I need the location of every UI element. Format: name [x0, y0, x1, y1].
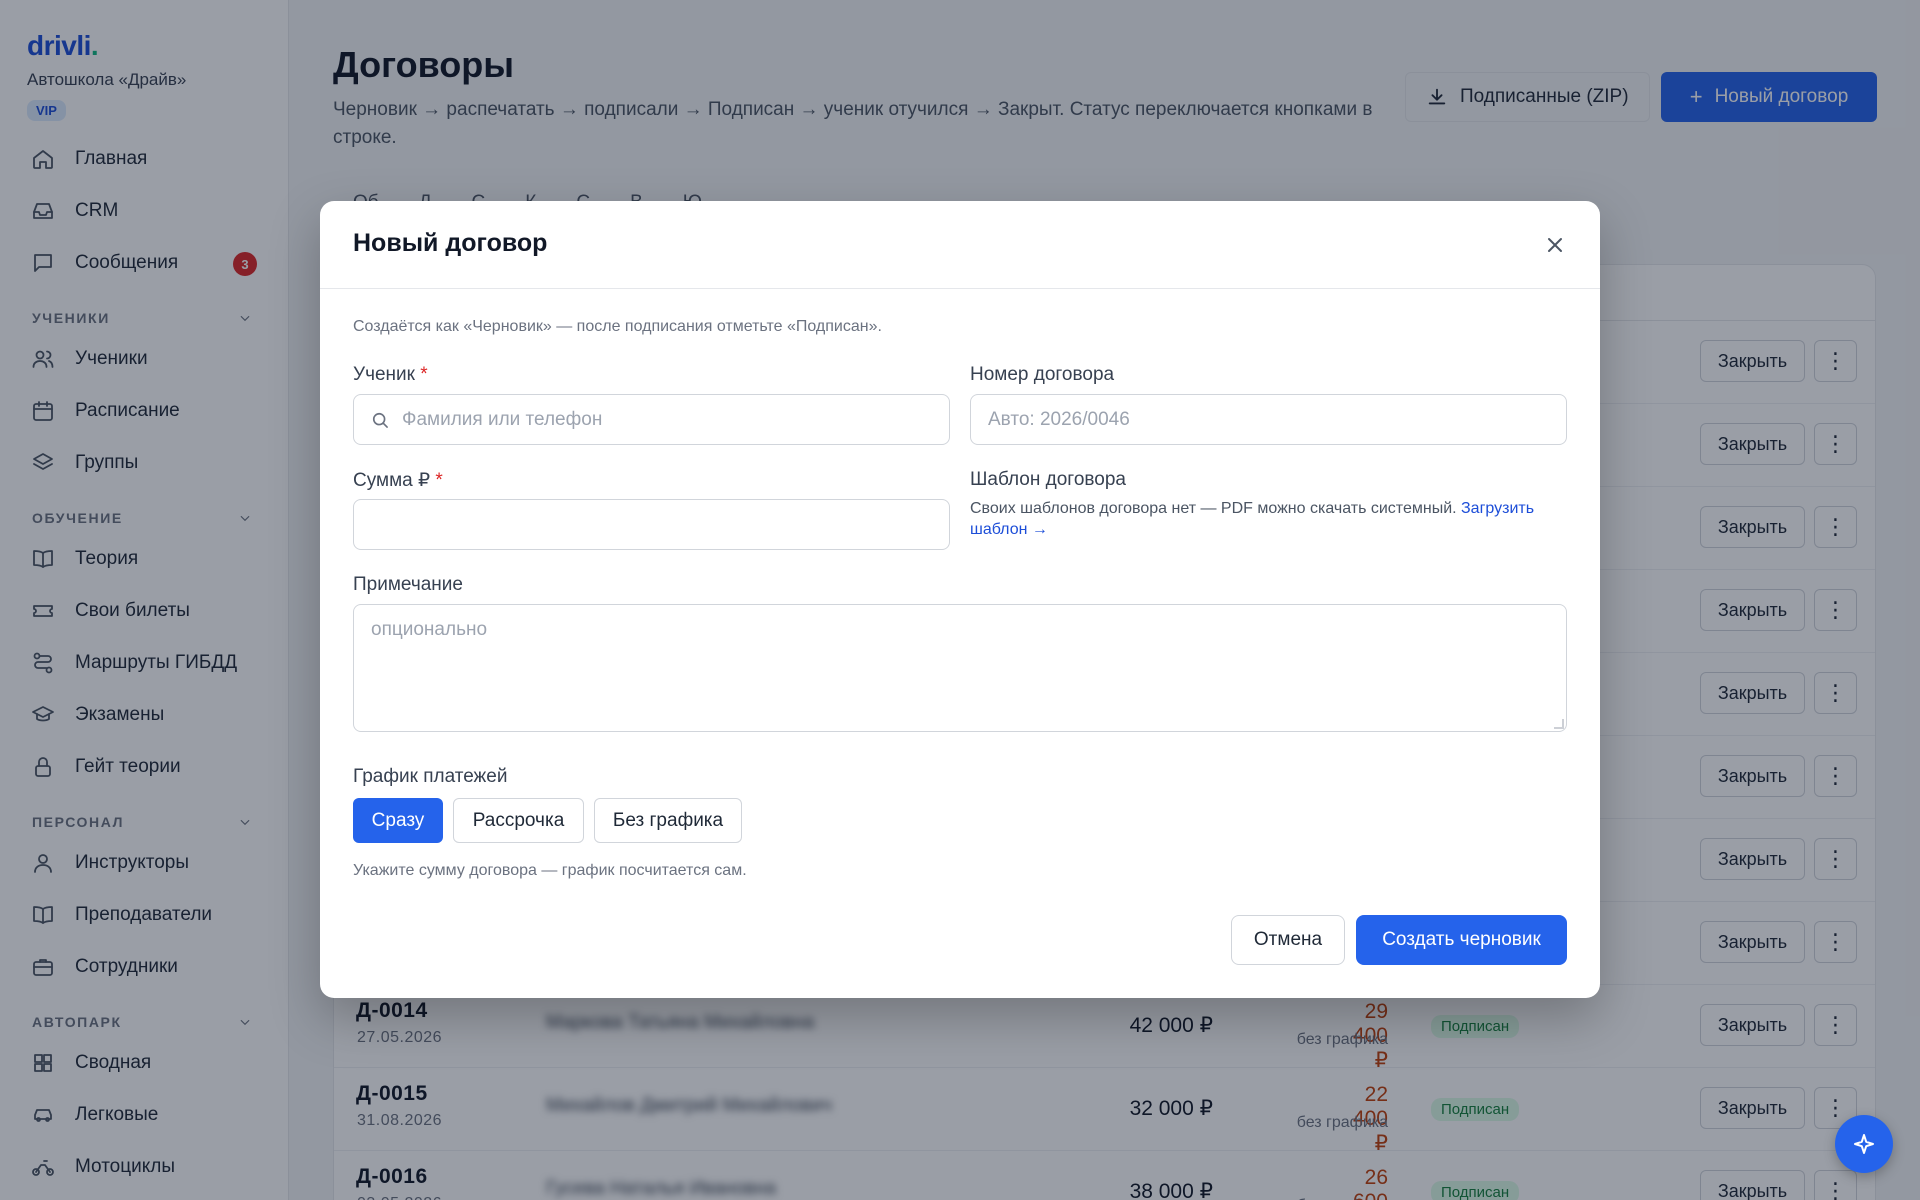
schedule-option-installments[interactable]: Рассрочка — [453, 798, 584, 843]
resize-handle[interactable] — [1554, 719, 1564, 729]
schedule-option-none[interactable]: Без графика — [594, 798, 742, 843]
template-label: Шаблон договора — [970, 469, 1126, 490]
create-draft-button[interactable]: Создать черновик — [1356, 915, 1567, 965]
required-mark: * — [420, 364, 428, 385]
student-search-input[interactable]: Фамилия или телефон — [353, 394, 950, 445]
search-icon — [372, 412, 388, 428]
modal-title: Новый договор — [353, 229, 548, 257]
note-label: Примечание — [353, 574, 463, 595]
new-contract-modal: Новый договор Создаётся как «Черновик» —… — [320, 201, 1600, 998]
note-textarea[interactable]: опционально — [353, 604, 1567, 732]
modal-header: Новый договор — [320, 201, 1600, 289]
cancel-button[interactable]: Отмена — [1231, 915, 1345, 965]
required-mark: * — [435, 470, 443, 491]
contract-number-label: Номер договора — [970, 364, 1115, 385]
modal-hint: Создаётся как «Черновик» — после подписа… — [353, 318, 882, 335]
student-label: Ученик * — [353, 364, 428, 385]
sum-label: Сумма ₽ * — [353, 470, 443, 491]
schedule-option-immediate[interactable]: Сразу — [353, 798, 443, 843]
schedule-label: График платежей — [353, 766, 508, 787]
sum-input[interactable] — [353, 499, 950, 550]
close-modal-button[interactable] — [1542, 232, 1568, 258]
template-note: Своих шаблонов договора нет — PDF можно … — [970, 500, 1535, 538]
sparkle-icon — [1854, 1134, 1874, 1154]
assistant-button[interactable] — [1835, 1115, 1893, 1173]
schedule-hint: Укажите сумму договора — график посчитае… — [353, 862, 747, 879]
contract-number-input[interactable]: Авто: 2026/0046 — [970, 394, 1567, 445]
close-icon — [1548, 238, 1562, 252]
